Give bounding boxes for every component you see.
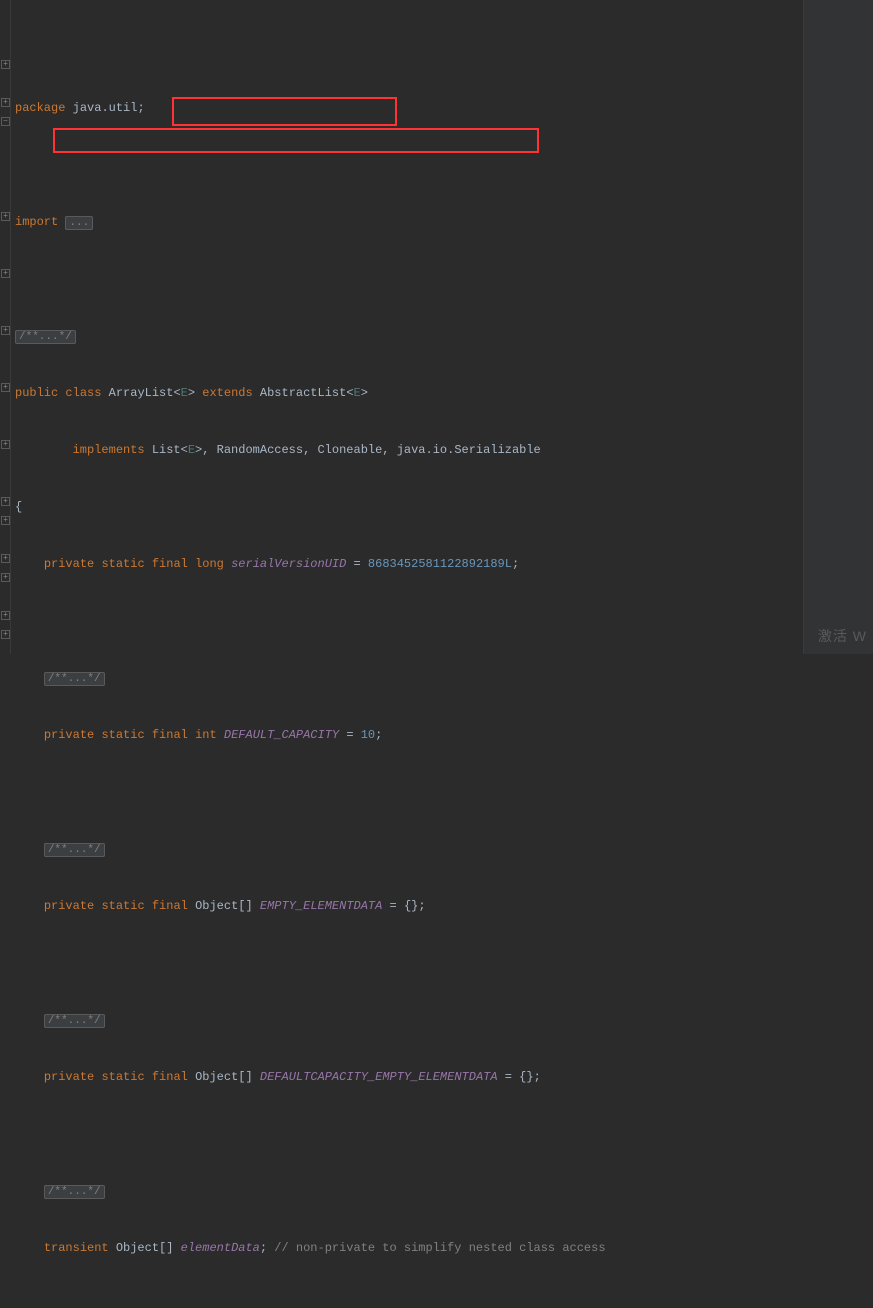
fold-icon[interactable]: + (1, 326, 10, 335)
fold-icon[interactable]: + (1, 497, 10, 506)
package-line: package java.util; (15, 99, 803, 118)
fold-icon[interactable]: + (1, 611, 10, 620)
fold-icon[interactable]: + (1, 440, 10, 449)
fold-icon[interactable]: + (1, 212, 10, 221)
fold-icon[interactable]: + (1, 573, 10, 582)
gutter: + + − + + + + + + + + + + + (0, 0, 11, 654)
fold-region[interactable]: /**...*/ (44, 843, 105, 857)
field-empty: private static final Object[] EMPTY_ELEM… (15, 897, 803, 916)
fold-icon[interactable]: + (1, 630, 10, 639)
fold-region[interactable]: /**...*/ (15, 330, 76, 344)
field-defempty: private static final Object[] DEFAULTCAP… (15, 1068, 803, 1087)
field-capacity: private static final int DEFAULT_CAPACIT… (15, 726, 803, 745)
fold-icon[interactable]: + (1, 383, 10, 392)
fold-icon[interactable]: + (1, 269, 10, 278)
class-decl: public class ArrayList<E> extends Abstra… (15, 384, 803, 403)
field-elemdata: transient Object[] elementData; // non-p… (15, 1239, 803, 1258)
fold-icon[interactable]: + (1, 60, 10, 69)
fold-region[interactable]: /**...*/ (44, 1185, 105, 1199)
fold-region[interactable]: /**...*/ (44, 1014, 105, 1028)
fold-icon[interactable]: + (1, 554, 10, 563)
fold-region[interactable]: /**...*/ (44, 672, 105, 686)
implements-line: implements List<E>, RandomAccess, Clonea… (15, 441, 803, 460)
code-area[interactable]: package java.util; import ... /**...*/ p… (11, 0, 803, 654)
highlight-box (53, 128, 539, 153)
editor-container: + + − + + + + + + + + + + + package java… (0, 0, 873, 654)
scrollbar-map[interactable] (803, 0, 873, 654)
fold-icon[interactable]: − (1, 117, 10, 126)
import-line: import ... (15, 213, 803, 232)
fold-icon[interactable]: + (1, 516, 10, 525)
field-serial: private static final long serialVersionU… (15, 555, 803, 574)
fold-region[interactable]: ... (65, 216, 93, 230)
fold-icon[interactable]: + (1, 98, 10, 107)
watermark: 激活 W (818, 626, 867, 646)
doc-fold: /**...*/ (15, 327, 803, 346)
